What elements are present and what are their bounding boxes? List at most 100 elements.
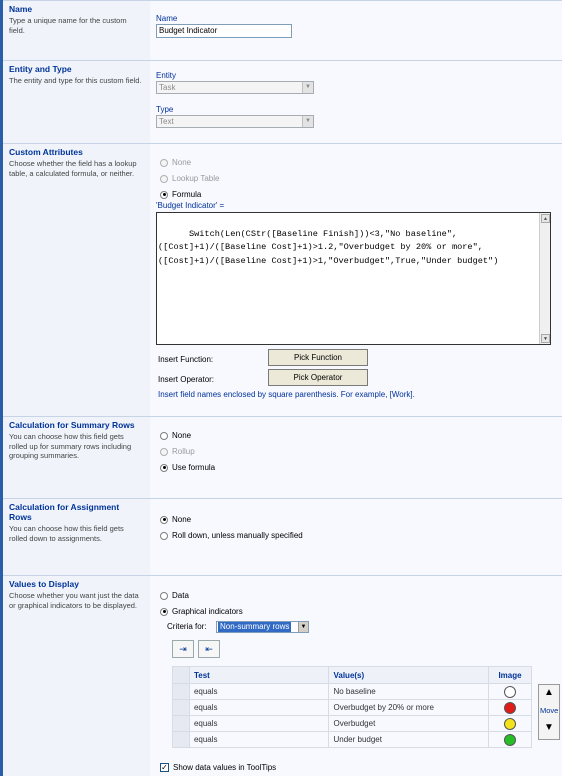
test-cell[interactable]: equals [188, 731, 330, 748]
radio-circle[interactable] [160, 607, 168, 616]
formula-scrollbar[interactable]: ▲ ▼ [539, 213, 550, 344]
insert-row-icon[interactable]: ⇥ [172, 640, 194, 658]
radio-graphical-indicators[interactable]: Graphical indicators [160, 607, 243, 616]
radio-label: Rollup [172, 447, 195, 456]
radio-circle[interactable] [160, 174, 168, 183]
checkbox-box[interactable]: ✓ [160, 763, 169, 772]
insert-hint: Insert field names enclosed by square pa… [158, 390, 415, 399]
pick-operator-button[interactable]: Pick Operator [268, 369, 368, 386]
section-name-fields: Name Budget Indicator [150, 1, 562, 60]
section-description: Type a unique name for the custom field. [9, 16, 127, 35]
section-description: Choose whether the field has a lookup ta… [9, 159, 137, 178]
section-values-fields: Data Graphical indicators Criteria for: … [150, 576, 562, 776]
formula-label: 'Budget Indicator' = [156, 201, 225, 210]
section-entity-type: Entity and Type The entity and type for … [3, 60, 562, 143]
scroll-down-icon[interactable]: ▼ [541, 334, 550, 343]
type-select[interactable]: Text ▼ [156, 115, 314, 128]
row-selector[interactable] [172, 699, 190, 716]
radio-circle[interactable] [160, 190, 168, 199]
move-down-icon[interactable]: ▼ [544, 722, 554, 733]
radio-summary-none[interactable]: None [160, 431, 191, 440]
section-assignment-rows: Calculation for Assignment Rows You can … [3, 498, 562, 575]
image-cell[interactable] [488, 731, 532, 748]
entity-label: Entity [156, 71, 177, 80]
insert-function-label: Insert Function: [158, 355, 214, 364]
radio-circle[interactable] [160, 447, 168, 456]
radio-label: None [172, 515, 192, 524]
entity-select[interactable]: Task ▼ [156, 81, 314, 94]
row-selector[interactable] [172, 715, 190, 732]
name-input[interactable]: Budget Indicator [156, 24, 292, 38]
test-cell[interactable]: equals [188, 715, 330, 732]
radio-circle[interactable] [160, 431, 168, 440]
radio-circle[interactable] [160, 158, 168, 167]
radio-data[interactable]: Data [160, 591, 189, 600]
chevron-down-icon: ▼ [298, 622, 308, 632]
column-header-test: Test [188, 666, 330, 684]
row-selector[interactable] [172, 683, 190, 700]
section-entity-fields: Entity Task ▼ Type Text ▼ [150, 61, 562, 143]
show-tooltips-checkbox[interactable]: ✓ Show data values in ToolTips [160, 763, 276, 772]
criteria-select[interactable]: Non-summary rows ▼ [216, 621, 309, 633]
move-controls: ▲ Move ▼ [538, 684, 560, 740]
radio-none[interactable]: None [160, 158, 191, 167]
section-custom-fields: None Lookup Table Formula 'Budget Indica… [150, 144, 562, 416]
type-label: Type [156, 105, 174, 114]
test-cell[interactable]: equals [188, 699, 330, 716]
formula-editor[interactable]: Switch(Len(CStr([Baseline Finish]))<3,"N… [156, 212, 551, 345]
delete-row-icon[interactable]: ⇤ [198, 640, 220, 658]
radio-circle[interactable] [160, 591, 168, 600]
value-cell[interactable]: Overbudget [328, 715, 490, 732]
pick-function-button[interactable]: Pick Function [268, 349, 368, 366]
section-assignment-info: Calculation for Assignment Rows You can … [3, 499, 150, 575]
image-cell[interactable] [488, 699, 532, 716]
section-summary-fields: None Rollup Use formula [150, 417, 562, 498]
insert-operator-label: Insert Operator: [158, 375, 215, 384]
table-row[interactable]: equals Overbudget [172, 715, 532, 732]
column-header-image: Image [488, 666, 532, 684]
image-cell[interactable] [488, 715, 532, 732]
radio-assignment-rolldown[interactable]: Roll down, unless manually specified [160, 531, 303, 540]
section-title: Name [9, 4, 33, 14]
scroll-up-icon[interactable]: ▲ [541, 214, 550, 223]
section-description: You can choose how this field gets rolle… [9, 432, 132, 460]
move-up-icon[interactable]: ▲ [544, 687, 554, 698]
radio-assignment-none[interactable]: None [160, 515, 191, 524]
section-name-info: Name Type a unique name for the custom f… [3, 1, 150, 60]
section-name: Name Type a unique name for the custom f… [3, 0, 562, 60]
yellow-circle-icon [504, 717, 516, 730]
radio-circle[interactable] [160, 515, 168, 524]
radio-circle[interactable] [160, 463, 168, 472]
table-header-row: Test Value(s) Image [172, 666, 532, 684]
radio-summary-rollup[interactable]: Rollup [160, 447, 195, 456]
value-cell[interactable]: No baseline [328, 683, 490, 700]
section-title: Calculation for Assignment Rows [9, 502, 120, 522]
section-description: Choose whether you want just the data or… [9, 591, 139, 610]
radio-label: None [172, 431, 192, 440]
table-row[interactable]: equals No baseline [172, 683, 532, 700]
section-custom-attributes: Custom Attributes Choose whether the fie… [3, 143, 562, 416]
section-assignment-fields: None Roll down, unless manually specifie… [150, 499, 562, 575]
radio-label: None [172, 158, 192, 167]
test-cell[interactable]: equals [188, 683, 330, 700]
value-cell[interactable]: Under budget [328, 731, 490, 748]
radio-circle[interactable] [160, 531, 168, 540]
radio-formula[interactable]: Formula [160, 190, 201, 199]
chevron-down-icon: ▼ [302, 116, 313, 127]
radio-summary-use-formula[interactable]: Use formula [160, 463, 215, 472]
image-cell[interactable] [488, 683, 532, 700]
radio-label: Roll down, unless manually specified [172, 531, 303, 540]
section-description: The entity and type for this custom fiel… [9, 76, 142, 85]
value-cell[interactable]: Overbudget by 20% or more [328, 699, 490, 716]
row-selector[interactable] [172, 731, 190, 748]
section-values-display: Values to Display Choose whether you wan… [3, 575, 562, 776]
radio-lookup-table[interactable]: Lookup Table [160, 174, 219, 183]
table-row[interactable]: equals Under budget [172, 731, 532, 748]
section-summary-rows: Calculation for Summary Rows You can cho… [3, 416, 562, 498]
white-circle-icon [504, 685, 516, 698]
table-row[interactable]: equals Overbudget by 20% or more [172, 699, 532, 716]
indicator-table: Test Value(s) Image equals No baseline e… [172, 666, 532, 748]
checkbox-label: Show data values in ToolTips [173, 763, 277, 772]
radio-label: Graphical indicators [172, 607, 243, 616]
criteria-label: Criteria for: [167, 622, 207, 631]
